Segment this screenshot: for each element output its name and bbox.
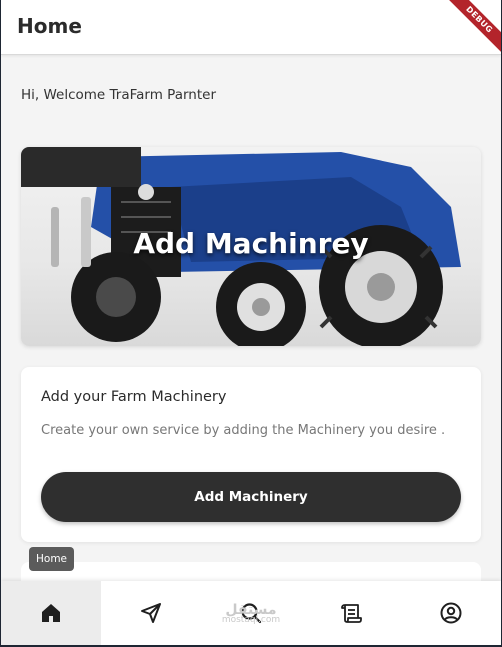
home-tooltip: Home	[29, 547, 75, 571]
page-title: Home	[17, 14, 82, 38]
debug-banner: DEBUG	[431, 0, 501, 70]
nav-scroll[interactable]	[301, 581, 401, 645]
scroll-icon	[341, 604, 362, 623]
app-bar: Home DEBUG	[1, 0, 501, 61]
home-icon	[42, 604, 60, 622]
card-heading: Add your Farm Machinery	[41, 389, 227, 405]
banner-title: Add Machinrey	[133, 227, 369, 260]
account-circle-icon	[440, 602, 462, 624]
nav-send[interactable]	[101, 581, 201, 645]
bottom-navigation	[1, 581, 501, 645]
card-description: Create your own service by adding the Ma…	[41, 423, 446, 438]
nav-home[interactable]	[1, 581, 101, 645]
search-icon	[241, 603, 262, 624]
nav-search[interactable]	[201, 581, 301, 645]
app-screen: Home DEBUG Hi, Welcome TraFarm Parnter A…	[1, 0, 501, 645]
add-machinery-banner[interactable]: Add Machinrey	[21, 147, 481, 346]
nav-account[interactable]	[401, 581, 501, 645]
send-icon	[141, 603, 161, 623]
add-machinery-button[interactable]: Add Machinery	[41, 472, 461, 522]
add-machinery-card: Add your Farm Machinery Create your own …	[21, 367, 481, 542]
debug-label: DEBUG	[438, 0, 501, 61]
welcome-text: Hi, Welcome TraFarm Parnter	[21, 87, 216, 103]
